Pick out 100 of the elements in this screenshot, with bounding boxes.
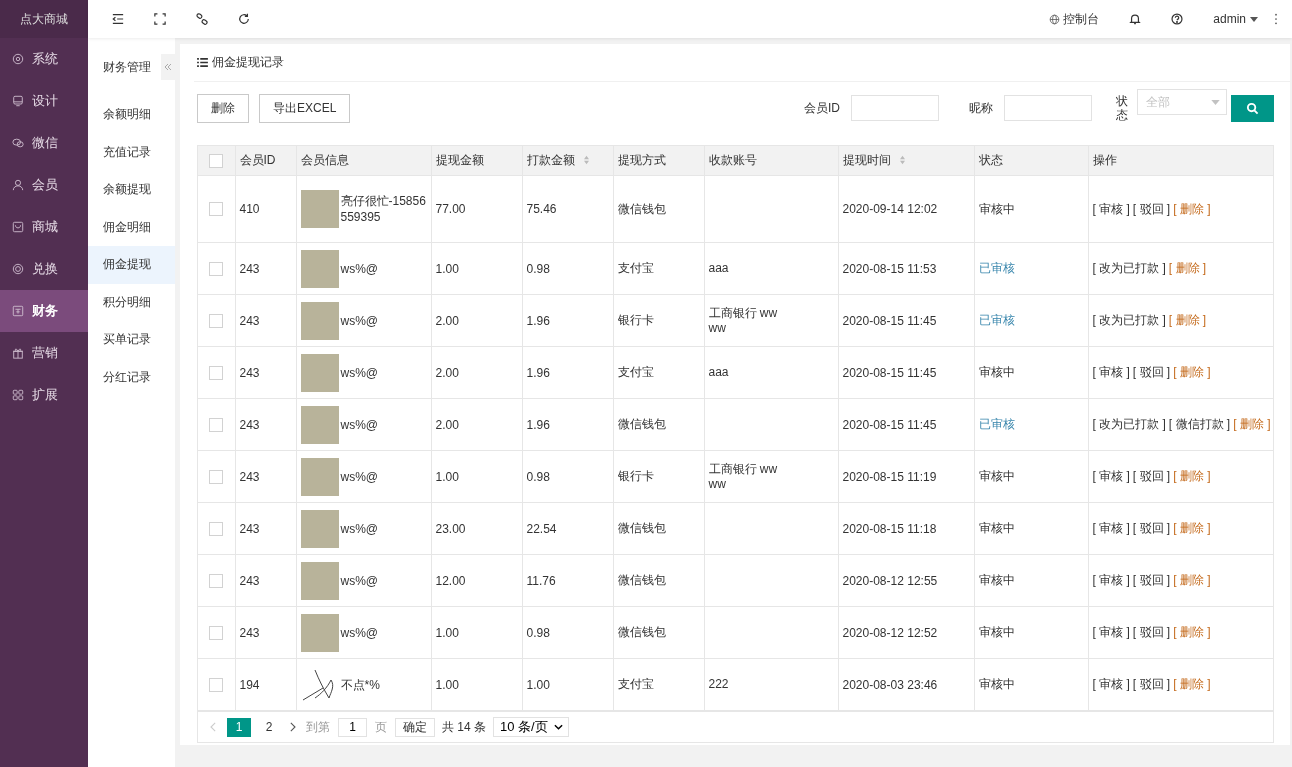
nickname: ws%@ bbox=[340, 624, 379, 641]
subnav-item[interactable]: 余额明细 bbox=[88, 96, 175, 134]
row-checkbox[interactable] bbox=[209, 365, 224, 380]
table-cell: 微信钱包 bbox=[613, 554, 704, 607]
user-menu[interactable]: admin bbox=[1213, 12, 1258, 26]
next-page-icon[interactable] bbox=[289, 722, 296, 732]
select-all-checkbox[interactable] bbox=[209, 153, 224, 168]
action-link[interactable]: [ 驳回 ] bbox=[1132, 521, 1171, 535]
export-button[interactable]: 导出EXCEL bbox=[259, 93, 351, 123]
action-link[interactable]: [ 删除 ] bbox=[1168, 313, 1207, 327]
page-number[interactable]: 2 bbox=[257, 717, 281, 737]
table-cell: 微信钱包 bbox=[613, 502, 704, 555]
help-icon[interactable] bbox=[1171, 13, 1184, 25]
sidebar-item[interactable]: 系统 bbox=[0, 38, 88, 80]
table-cell: 1.00 bbox=[431, 242, 522, 295]
sidebar-item[interactable]: 会员 bbox=[0, 164, 88, 206]
column-header: 状态 bbox=[978, 153, 1003, 167]
action-link[interactable]: [ 审核 ] bbox=[1092, 201, 1130, 216]
table-cell: 2020-08-03 23:46 bbox=[838, 658, 974, 711]
sidebar-item[interactable]: 营销 bbox=[0, 332, 88, 374]
action-link[interactable]: [ 审核 ] bbox=[1092, 521, 1130, 535]
action-link[interactable]: [ 删除 ] bbox=[1173, 201, 1211, 216]
subnav-item[interactable]: 充值记录 bbox=[88, 133, 175, 171]
nickname-field[interactable] bbox=[1004, 95, 1092, 121]
sidebar-item[interactable]: 扩展 bbox=[0, 374, 88, 416]
sidebar-item[interactable]: 兑换 bbox=[0, 248, 88, 290]
fullscreen-icon[interactable] bbox=[154, 13, 166, 25]
link-icon[interactable] bbox=[196, 13, 208, 25]
action-link[interactable]: [ 删除 ] bbox=[1173, 469, 1211, 483]
row-checkbox[interactable] bbox=[209, 677, 224, 692]
confirm-button[interactable]: 确定 bbox=[395, 717, 435, 737]
action-link[interactable]: [ 驳回 ] bbox=[1132, 677, 1171, 691]
subnav-item[interactable]: 佣金提现 bbox=[88, 246, 175, 284]
action-link[interactable]: [ 删除 ] bbox=[1173, 573, 1211, 587]
row-checkbox[interactable] bbox=[209, 625, 224, 640]
search-icon bbox=[1246, 101, 1259, 115]
action-link[interactable]: [ 删除 ] bbox=[1233, 417, 1271, 431]
subnav-item[interactable]: 买单记录 bbox=[88, 321, 175, 359]
status-text: 审核中 bbox=[978, 365, 1015, 379]
action-link[interactable]: [ 审核 ] bbox=[1092, 625, 1130, 639]
row-checkbox[interactable] bbox=[209, 521, 224, 536]
action-link[interactable]: [ 驳回 ] bbox=[1132, 365, 1171, 379]
member-id-field[interactable] bbox=[851, 95, 939, 121]
subnav-item[interactable]: 余额提现 bbox=[88, 171, 175, 209]
subnav-item[interactable]: 分红记录 bbox=[88, 358, 175, 396]
action-link[interactable]: [ 微信打款 ] bbox=[1168, 417, 1231, 431]
subnav-item[interactable]: 佣金明细 bbox=[88, 208, 175, 246]
nickname: ws%@ bbox=[340, 312, 379, 329]
more-icon[interactable] bbox=[1274, 13, 1278, 25]
page-size-select[interactable]: 10 条/页 bbox=[493, 717, 569, 737]
row-checkbox[interactable] bbox=[209, 417, 224, 432]
action-link[interactable]: [ 审核 ] bbox=[1092, 573, 1130, 587]
action-link[interactable]: [ 审核 ] bbox=[1092, 365, 1130, 379]
table-cell: 243 bbox=[235, 398, 296, 451]
action-link[interactable]: [ 驳回 ] bbox=[1132, 573, 1171, 587]
account-text: 222 bbox=[708, 677, 729, 692]
account-text: 工商银行 ww ww bbox=[708, 305, 778, 336]
row-checkbox[interactable] bbox=[209, 573, 224, 588]
action-link[interactable]: [ 审核 ] bbox=[1092, 677, 1130, 691]
bell-icon[interactable] bbox=[1129, 13, 1142, 25]
sidebar-item[interactable]: 商城 bbox=[0, 206, 88, 248]
action-link[interactable]: [ 改为已打款 ] bbox=[1092, 261, 1166, 275]
sidebar-item[interactable]: 设计 bbox=[0, 80, 88, 122]
sort-icon[interactable] bbox=[898, 155, 906, 165]
page-number[interactable]: 1 bbox=[227, 717, 251, 737]
action-link[interactable]: [ 删除 ] bbox=[1168, 261, 1207, 275]
row-checkbox[interactable] bbox=[209, 469, 224, 484]
row-checkbox[interactable] bbox=[209, 261, 224, 276]
total-count: 共 14 条 bbox=[442, 718, 486, 736]
row-checkbox[interactable] bbox=[209, 202, 224, 217]
action-link[interactable]: [ 删除 ] bbox=[1173, 625, 1211, 639]
collapse-icon[interactable] bbox=[161, 54, 175, 80]
action-link[interactable]: [ 改为已打款 ] bbox=[1092, 417, 1166, 431]
table-cell: 0.98 bbox=[522, 242, 613, 295]
filter-label: 会员ID bbox=[804, 99, 840, 117]
action-link[interactable]: [ 删除 ] bbox=[1173, 365, 1211, 379]
sidebar-item[interactable]: 财务 bbox=[0, 290, 88, 332]
action-link[interactable]: [ 驳回 ] bbox=[1132, 625, 1171, 639]
filter-label: 昵称 bbox=[969, 99, 993, 117]
status-text: 已审核 bbox=[978, 417, 1015, 431]
action-link[interactable]: [ 删除 ] bbox=[1173, 677, 1211, 691]
action-link[interactable]: [ 改为已打款 ] bbox=[1092, 313, 1166, 327]
action-link[interactable]: [ 驳回 ] bbox=[1132, 201, 1171, 216]
row-checkbox[interactable] bbox=[209, 313, 224, 328]
user-icon bbox=[12, 179, 24, 191]
console-link[interactable]: 控制台 bbox=[1049, 10, 1100, 28]
action-link[interactable]: [ 审核 ] bbox=[1092, 469, 1130, 483]
menu-icon[interactable] bbox=[112, 13, 124, 25]
refresh-icon[interactable] bbox=[238, 13, 250, 25]
action-link[interactable]: [ 驳回 ] bbox=[1132, 469, 1171, 483]
delete-button[interactable]: 删除 bbox=[197, 93, 249, 123]
sidebar-item[interactable]: 微信 bbox=[0, 122, 88, 164]
page-field[interactable]: 1 bbox=[338, 717, 367, 737]
table-cell: 1.96 bbox=[522, 398, 613, 451]
table-cell: 2.00 bbox=[431, 346, 522, 399]
sort-icon[interactable] bbox=[582, 155, 590, 165]
coin-icon bbox=[12, 263, 24, 275]
search-button[interactable] bbox=[1231, 94, 1274, 122]
action-link[interactable]: [ 删除 ] bbox=[1173, 521, 1211, 535]
subnav-item[interactable]: 积分明细 bbox=[88, 283, 175, 321]
